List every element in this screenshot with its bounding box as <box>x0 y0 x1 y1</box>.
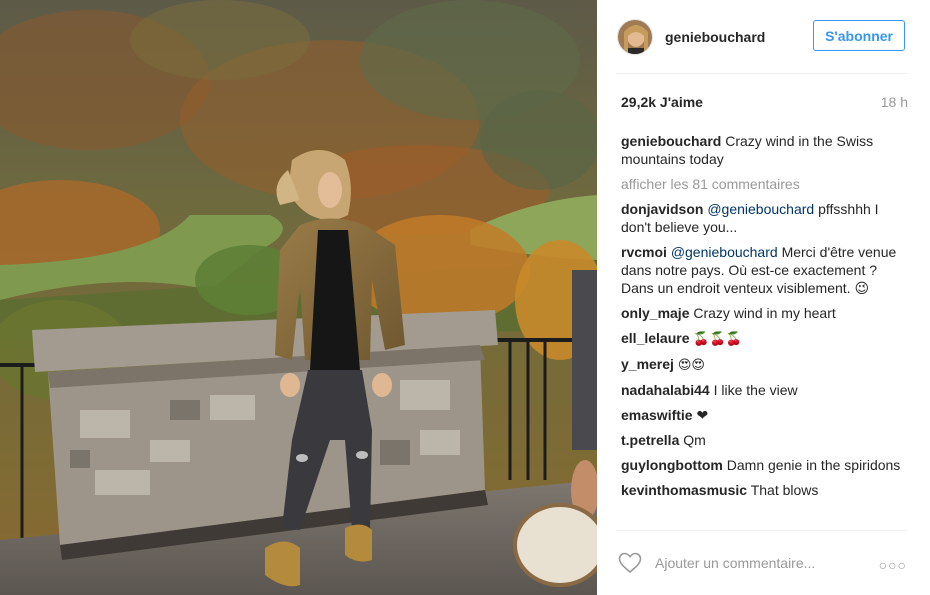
comment-username[interactable]: guylongbottom <box>621 457 723 473</box>
heart-outline-icon[interactable] <box>617 550 643 576</box>
comment-username[interactable]: only_maje <box>621 305 689 321</box>
comment-username[interactable]: emaswiftie <box>621 407 693 423</box>
comment-username[interactable]: ell_lelaure <box>621 330 690 346</box>
post-sidebar: geniebouchard S'abonner 29,2k J'aime 18 … <box>597 0 930 595</box>
comment-username[interactable]: nadahalabi44 <box>621 382 710 398</box>
comment-text: 😍😍 <box>677 357 705 372</box>
list-item: nadahalabi44 I like the view <box>621 381 911 399</box>
list-item: emaswiftie ❤ <box>621 406 911 424</box>
comment-text: Qm <box>683 432 706 448</box>
list-item: y_merej 😍😍 <box>621 355 911 374</box>
list-item: donjavidson @geniebouchard pffsshhh I do… <box>621 200 911 236</box>
avatar[interactable] <box>617 18 653 55</box>
list-item: t.petrella Qm <box>621 431 911 449</box>
comment-username[interactable]: kevinthomasmusic <box>621 482 747 498</box>
caption-username[interactable]: geniebouchard <box>621 133 721 149</box>
post-stats: 29,2k J'aime 18 h <box>621 94 908 110</box>
comment-mention[interactable]: @geniebouchard <box>671 244 778 260</box>
follow-button[interactable]: S'abonner <box>813 20 905 51</box>
post-timestamp[interactable]: 18 h <box>881 94 908 110</box>
likes-count[interactable]: 29,2k J'aime <box>621 94 703 110</box>
instagram-post: geniebouchard S'abonner 29,2k J'aime 18 … <box>0 0 930 595</box>
comment-footer: Ajouter un commentaire... ○○○ <box>617 530 907 595</box>
list-item: ell_lelaure 🍒🍒🍒 <box>621 329 911 348</box>
comment-username[interactable]: rvcmoi <box>621 244 667 260</box>
avatar-image <box>618 19 652 54</box>
add-comment-input[interactable]: Ajouter un commentaire... <box>655 555 815 571</box>
comment-username[interactable]: y_merej <box>621 356 674 372</box>
post-username[interactable]: geniebouchard <box>665 29 765 45</box>
mountain-landscape-image <box>0 0 597 595</box>
caption: geniebouchard Crazy wind in the Swiss mo… <box>621 132 911 168</box>
comment-text: ❤ <box>696 407 709 423</box>
post-photo[interactable] <box>0 0 597 595</box>
comment-mention[interactable]: @geniebouchard <box>707 201 814 217</box>
comment-text: Damn genie in the spiridons <box>726 457 901 473</box>
list-item: only_maje Crazy wind in my heart <box>621 304 911 322</box>
comment-text: I like the view <box>713 382 798 398</box>
load-more-comments[interactable]: afficher les 81 commentaires <box>621 175 911 193</box>
list-item: kevinthomasmusic That blows <box>621 481 911 499</box>
comment-text: That blows <box>750 482 819 498</box>
comment-text: 🍒🍒🍒 <box>693 331 742 346</box>
comments-list[interactable]: geniebouchard Crazy wind in the Swiss mo… <box>621 132 911 527</box>
list-item: rvcmoi @geniebouchard Merci d'être venue… <box>621 243 911 297</box>
post-header: geniebouchard S'abonner <box>617 0 907 74</box>
comment-username[interactable]: t.petrella <box>621 432 679 448</box>
comment-text: Crazy wind in my heart <box>693 305 836 321</box>
list-item: guylongbottom Damn genie in the spiridon… <box>621 456 911 474</box>
comment-username[interactable]: donjavidson <box>621 201 703 217</box>
more-options-icon[interactable]: ○○○ <box>879 557 907 573</box>
